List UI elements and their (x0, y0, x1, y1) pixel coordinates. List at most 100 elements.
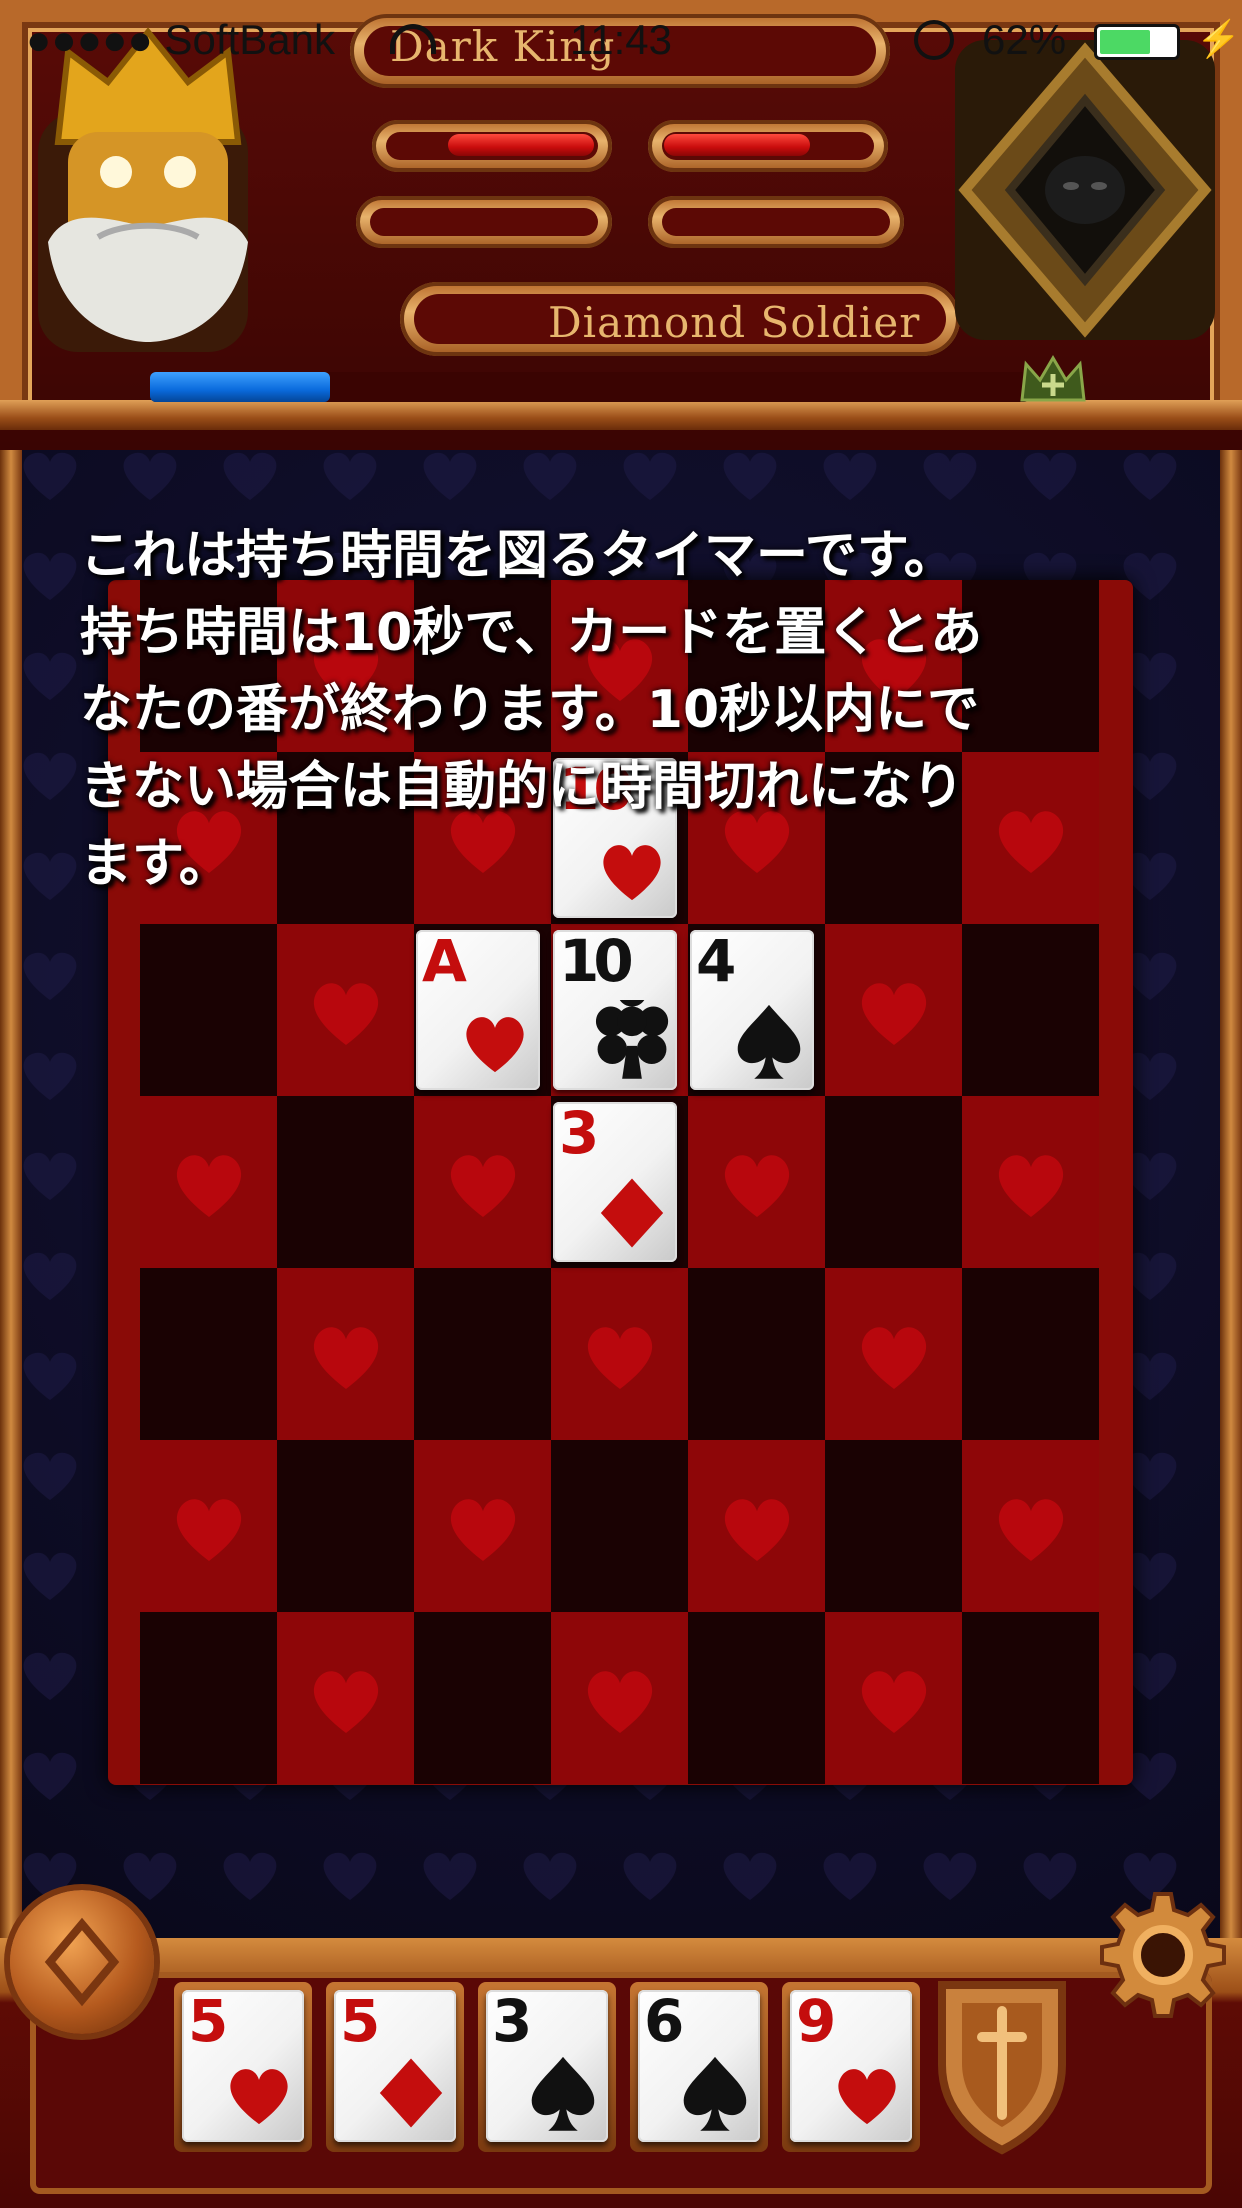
card-rank: 10 (559, 927, 634, 995)
board-cell-heart[interactable] (277, 1612, 414, 1784)
board-cell-heart[interactable] (414, 1096, 551, 1268)
club-icon (595, 1000, 669, 1079)
heart-icon (230, 2069, 288, 2125)
hand-slot[interactable]: 5 (174, 1982, 312, 2152)
card-10-clubs[interactable]: 10 (553, 930, 677, 1090)
board-cell-heart[interactable] (140, 1440, 277, 1612)
board-cell[interactable] (551, 1440, 688, 1612)
board-cell[interactable] (414, 1268, 551, 1440)
rotation-lock-icon (914, 20, 954, 60)
heart-icon (313, 1671, 378, 1733)
opponent-hp-bar (664, 134, 810, 156)
card-9-hearts[interactable]: 9 (790, 1990, 912, 2142)
battery-percent: 62% (982, 16, 1067, 63)
board-cell[interactable] (277, 1440, 414, 1612)
heart-icon (313, 983, 378, 1045)
heart-icon (838, 2069, 896, 2125)
clock: 11:43 (570, 16, 672, 63)
card-deck-icon (44, 1917, 120, 2007)
xp-bar (150, 372, 330, 402)
diamond-soldier-portrait (955, 40, 1215, 340)
spade-icon (737, 1004, 801, 1079)
hand-slot[interactable]: 9 (782, 1982, 920, 2152)
card-3-diamonds[interactable]: 3 (553, 1102, 677, 1262)
board-cell-heart[interactable] (140, 1096, 277, 1268)
heart-icon (587, 1671, 652, 1733)
card-rank: A (422, 927, 467, 995)
right-frame-rail (1220, 430, 1242, 1950)
card-rank: 3 (559, 1099, 599, 1167)
heart-icon (861, 1671, 926, 1733)
opponent-name: Diamond Soldier (548, 298, 921, 347)
hand-slot[interactable]: 3 (478, 1982, 616, 2152)
board-cell-heart[interactable] (414, 1440, 551, 1612)
left-frame-rail (0, 430, 22, 1950)
diamond-icon (600, 1178, 664, 1248)
board-cell[interactable] (825, 1440, 962, 1612)
heart-icon (176, 1155, 241, 1217)
battery-icon (1094, 24, 1180, 60)
card-rank: 4 (696, 927, 736, 995)
board-cell-heart[interactable] (962, 1096, 1099, 1268)
spade-icon (683, 2056, 747, 2131)
heart-icon (450, 1499, 515, 1561)
board-cell-heart[interactable] (688, 1440, 825, 1612)
player-mana-frame (356, 196, 612, 248)
heart-icon (861, 1327, 926, 1389)
card-rank: 3 (492, 1987, 532, 2055)
player-hp-bar (448, 134, 594, 156)
board-cell-heart[interactable] (551, 1268, 688, 1440)
board-cell-heart[interactable] (825, 924, 962, 1096)
heart-icon (724, 1499, 789, 1561)
card-rank: 6 (644, 1987, 684, 2055)
card-rank: 5 (188, 1987, 228, 2055)
card-3-spades[interactable]: 3 (486, 1990, 608, 2142)
game-screen: Dark King Diamond Soldier ●●●●● SoftBank (0, 0, 1242, 2208)
board-cell-heart[interactable] (551, 1612, 688, 1784)
heart-icon (724, 1155, 789, 1217)
card-rank: 9 (796, 1987, 836, 2055)
wifi-icon (390, 24, 436, 54)
board-cell-heart[interactable] (825, 1612, 962, 1784)
board-cell[interactable] (688, 1612, 825, 1784)
board-cell[interactable] (962, 924, 1099, 1096)
card-deck-button[interactable] (10, 1890, 154, 2034)
tutorial-message: これは持ち時間を図るタイマーです。 持ち時間は10秒で、カードを置くとあ なたの… (80, 526, 983, 894)
board-cell[interactable] (140, 1268, 277, 1440)
card-rank: 5 (340, 1987, 380, 2055)
heart-icon (587, 1327, 652, 1389)
diamond-icon (379, 2058, 443, 2128)
board-cell[interactable] (825, 1096, 962, 1268)
card-A-hearts[interactable]: A (416, 930, 540, 1090)
heart-icon (450, 1155, 515, 1217)
charging-icon: ⚡ (1196, 18, 1241, 59)
gear-icon[interactable] (1098, 1890, 1228, 2020)
board-cell-heart[interactable] (277, 1268, 414, 1440)
board-cell-heart[interactable] (962, 1440, 1099, 1612)
card-4-spades[interactable]: 4 (690, 930, 814, 1090)
board-cell[interactable] (140, 1612, 277, 1784)
hand-slot[interactable]: 5 (326, 1982, 464, 2152)
board-cell[interactable] (688, 1268, 825, 1440)
hand-slot[interactable]: 6 (630, 1982, 768, 2152)
board-cell-heart[interactable] (277, 924, 414, 1096)
card-6-spades[interactable]: 6 (638, 1990, 760, 2142)
board-cell-heart[interactable] (825, 1268, 962, 1440)
board-cell[interactable] (277, 1096, 414, 1268)
heart-icon (998, 1499, 1063, 1561)
heart-icon (313, 1327, 378, 1389)
board-cell[interactable] (140, 924, 277, 1096)
board-cell[interactable] (962, 1612, 1099, 1784)
heart-icon (998, 1155, 1063, 1217)
card-5-hearts[interactable]: 5 (182, 1990, 304, 2142)
heart-icon (861, 983, 926, 1045)
board-cell[interactable] (962, 1268, 1099, 1440)
heart-icon (176, 1499, 241, 1561)
board-cell[interactable] (414, 1612, 551, 1784)
board-cell-heart[interactable] (688, 1096, 825, 1268)
card-5-diamonds[interactable]: 5 (334, 1990, 456, 2142)
crown-plus-icon[interactable] (1018, 350, 1088, 410)
heart-icon (466, 1017, 524, 1073)
sword-shield-icon[interactable] (932, 1975, 1072, 2155)
spade-icon (531, 2056, 595, 2131)
